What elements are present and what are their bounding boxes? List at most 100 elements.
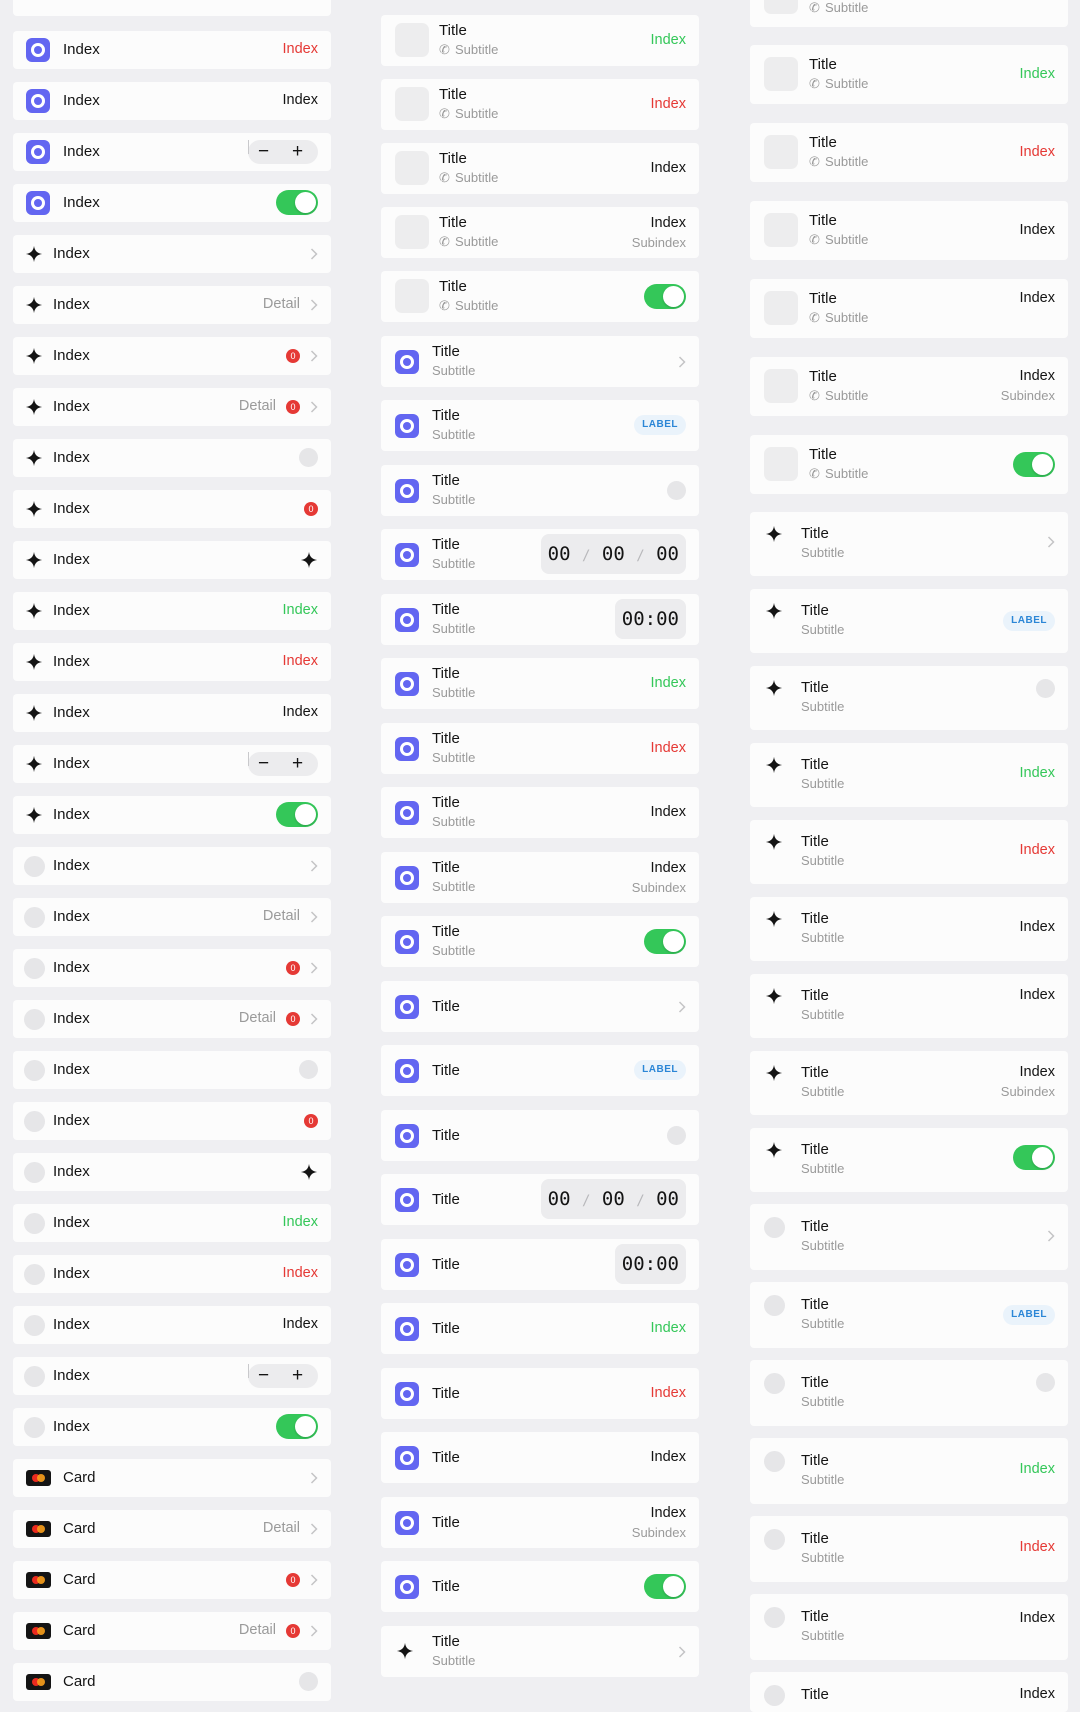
time-picker-ms[interactable]: 00:00 — [614, 599, 686, 639]
list-row-index[interactable]: Index − + — [13, 133, 331, 171]
list-row-title[interactable]: Title ✆ Subtitle Index — [381, 143, 699, 194]
quantity-stepper[interactable]: − + — [248, 752, 318, 776]
list-row-title[interactable]: Title Index — [381, 1432, 699, 1483]
toggle-switch[interactable] — [644, 1574, 686, 1599]
list-row-title[interactable]: Title Subtitle Index Subindex — [750, 1051, 1068, 1115]
list-row-index[interactable]: Index Index — [13, 82, 331, 120]
list-row-title-partial[interactable]: Title Index — [750, 1672, 1068, 1712]
list-row-title[interactable]: Title Subtitle Index — [750, 820, 1068, 884]
quantity-stepper[interactable]: − + — [248, 1364, 318, 1388]
list-row-title[interactable]: Title ✆ Subtitle Index — [381, 79, 699, 130]
toggle-switch[interactable] — [276, 190, 318, 215]
list-row-index[interactable]: Index Detail — [13, 898, 331, 936]
minutes-value[interactable]: 00 — [602, 543, 625, 565]
list-row-index[interactable]: Index — [13, 796, 331, 834]
list-row-title[interactable]: Title Subtitle LABEL — [750, 589, 1068, 653]
minus-icon[interactable]: − — [258, 141, 269, 163]
list-row-index[interactable]: Index — [13, 1153, 331, 1191]
minutes-value[interactable]: 00 — [602, 1188, 625, 1210]
list-row-title[interactable]: Title ✆ Subtitle Index Subindex — [381, 207, 699, 258]
list-row-title[interactable]: Title Subtitle Index — [750, 897, 1068, 961]
list-row-title[interactable]: Title Index Subindex — [381, 1497, 699, 1548]
list-row-index[interactable]: Index 0 — [13, 1102, 331, 1140]
toggle-switch[interactable] — [276, 1414, 318, 1439]
list-row-title[interactable]: Title Subtitle — [381, 465, 699, 516]
list-row-title[interactable]: Title ✆ Subtitle — [381, 271, 699, 322]
list-row-index[interactable]: Index Detail 0 — [13, 388, 331, 426]
list-row-title[interactable]: Title — [381, 981, 699, 1032]
minus-icon[interactable]: − — [258, 753, 269, 775]
list-row-title[interactable]: Title Subtitle — [381, 1626, 699, 1677]
list-row-title[interactable]: Title Subtitle — [381, 916, 699, 967]
plus-icon[interactable]: + — [292, 1365, 303, 1387]
list-row-index[interactable]: Index Index — [13, 643, 331, 681]
list-row-index[interactable]: Index Detail — [13, 286, 331, 324]
list-row-title[interactable]: Title Subtitle 00:00 — [381, 594, 699, 645]
list-row-title[interactable]: Title Subtitle — [750, 1204, 1068, 1270]
list-row-title[interactable]: Title Subtitle — [750, 512, 1068, 576]
list-row-title[interactable]: Title Subtitle Index — [750, 974, 1068, 1038]
radio-button[interactable] — [299, 448, 318, 467]
list-row-card[interactable]: Card — [13, 1459, 331, 1497]
list-row-title[interactable]: Title Subtitle LABEL — [750, 1282, 1068, 1348]
list-row-title[interactable]: Title 00:00 — [381, 1239, 699, 1290]
toggle-switch[interactable] — [276, 802, 318, 827]
toggle-switch[interactable] — [644, 929, 686, 954]
time-picker-ms[interactable]: 00:00 — [614, 1244, 686, 1284]
list-row-index[interactable]: Index — [13, 541, 331, 579]
list-row-title[interactable]: Title Index — [381, 1368, 699, 1419]
list-row-title[interactable]: Title 00 / 00 / 00 — [381, 1174, 699, 1225]
list-row-index[interactable]: Index Index — [13, 694, 331, 732]
list-row-index[interactable]: Index — [13, 235, 331, 273]
plus-icon[interactable]: + — [292, 753, 303, 775]
list-row-title[interactable]: Title Subtitle LABEL — [381, 400, 699, 451]
time-picker-hms[interactable]: 00 / 00 / 00 — [540, 534, 686, 574]
plus-icon[interactable]: + — [292, 141, 303, 163]
list-row-title[interactable]: Title Subtitle Index — [750, 743, 1068, 807]
radio-button[interactable] — [1036, 679, 1055, 698]
list-row-title[interactable]: Title Subtitle — [750, 666, 1068, 730]
list-row-title[interactable]: Title Subtitle — [750, 1360, 1068, 1426]
list-row-card[interactable]: Card Detail — [13, 1510, 331, 1548]
list-row-index[interactable]: Index Index — [13, 1204, 331, 1242]
seconds-value[interactable]: 00 — [656, 543, 679, 565]
list-row-index[interactable]: Index 0 — [13, 949, 331, 987]
list-row-title[interactable]: Title LABEL — [381, 1045, 699, 1096]
list-row-title[interactable]: Title Subtitle Index Subindex — [381, 852, 699, 903]
list-row-title-partial[interactable]: ✆ Subtitle — [750, 0, 1068, 27]
list-row-title[interactable]: Title Subtitle Index — [750, 1516, 1068, 1582]
list-row-card[interactable]: Card Detail 0 — [13, 1612, 331, 1650]
list-row-index[interactable]: Index — [13, 1408, 331, 1446]
list-row-index[interactable]: Index 0 — [13, 490, 331, 528]
list-row-title[interactable]: Title Subtitle Index — [750, 1594, 1068, 1660]
list-row-title[interactable]: Title Subtitle Index — [750, 1438, 1068, 1504]
list-row-index[interactable]: Index 0 — [13, 337, 331, 375]
list-row-index[interactable]: Index — [13, 847, 331, 885]
hours-value[interactable]: 00 — [548, 543, 571, 565]
radio-button[interactable] — [667, 1126, 686, 1145]
hours-value[interactable]: 00 — [548, 1188, 571, 1210]
list-row-title[interactable]: Title Subtitle Index — [381, 787, 699, 838]
list-row-index[interactable]: Index — [13, 184, 331, 222]
radio-button[interactable] — [1036, 1373, 1055, 1392]
seconds-value[interactable]: 00 — [656, 1188, 679, 1210]
list-row-title[interactable]: Title Subtitle Index — [381, 723, 699, 774]
list-row-title[interactable]: Title ✆ Subtitle — [750, 435, 1068, 494]
list-row-title[interactable]: Title Subtitle — [750, 1128, 1068, 1192]
list-row-index[interactable]: Index Detail 0 — [13, 1000, 331, 1038]
toggle-switch[interactable] — [1013, 452, 1055, 477]
radio-button[interactable] — [299, 1672, 318, 1691]
minus-icon[interactable]: − — [258, 1365, 269, 1387]
list-row-card[interactable]: Card 0 — [13, 1561, 331, 1599]
list-row-title[interactable]: Title ✆ Subtitle Index — [750, 279, 1068, 338]
list-row-title[interactable]: Title Subtitle 00 / 00 / 00 — [381, 529, 699, 580]
list-row-index[interactable]: Index — [13, 1051, 331, 1089]
list-row-title[interactable]: Title Index — [381, 1303, 699, 1354]
radio-button[interactable] — [667, 481, 686, 500]
radio-button[interactable] — [299, 1060, 318, 1079]
list-row-title[interactable]: Title — [381, 1110, 699, 1161]
toggle-switch[interactable] — [644, 284, 686, 309]
time-picker-hms[interactable]: 00 / 00 / 00 — [540, 1179, 686, 1219]
list-row-title[interactable]: Title Subtitle Index — [381, 658, 699, 709]
list-row-title[interactable]: Title ✆ Subtitle Index — [750, 201, 1068, 260]
